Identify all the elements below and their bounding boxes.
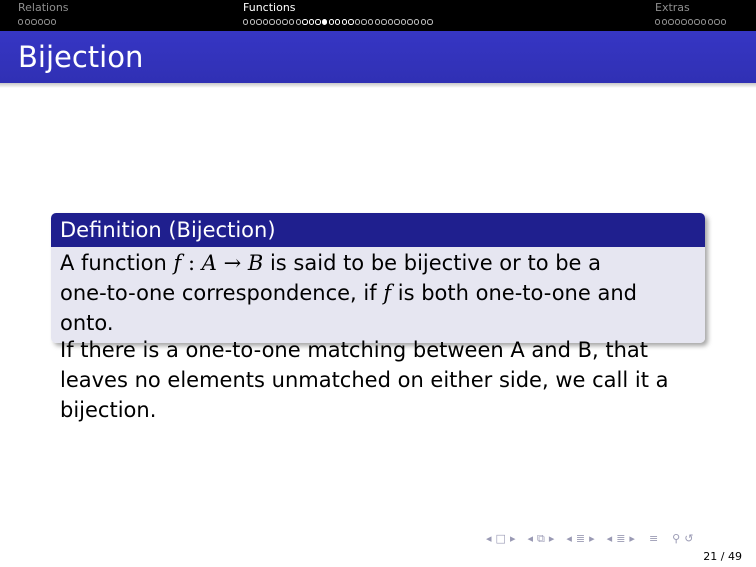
nav-dot[interactable] xyxy=(674,19,681,25)
nav-dot[interactable] xyxy=(394,19,400,25)
nav-dot[interactable] xyxy=(295,19,302,25)
nav-dot[interactable] xyxy=(328,19,334,25)
nav-frame-dots xyxy=(243,17,434,27)
nav-dot[interactable] xyxy=(361,19,367,25)
nav-dot[interactable] xyxy=(335,19,341,25)
nav-dot[interactable] xyxy=(262,19,269,25)
nav-dot[interactable] xyxy=(269,19,275,25)
section-forward-icon[interactable]: ▸ xyxy=(589,532,595,546)
nav-dot[interactable] xyxy=(420,19,426,25)
nav-dot[interactable] xyxy=(381,19,387,25)
slide-forward-icon[interactable]: ▸ xyxy=(629,532,635,546)
nav-dot[interactable] xyxy=(720,19,727,25)
nav-section-functions[interactable]: Functions xyxy=(243,1,434,27)
subsection-forward-icon[interactable]: ▸ xyxy=(549,532,555,546)
nav-dot[interactable] xyxy=(687,19,694,25)
nav-dot[interactable] xyxy=(302,19,308,25)
nav-dot[interactable] xyxy=(694,19,700,25)
page-number: 21 / 49 xyxy=(703,550,742,563)
nav-dot[interactable] xyxy=(387,19,394,25)
nav-dot[interactable] xyxy=(655,19,661,25)
nav-dot[interactable] xyxy=(427,19,433,25)
definition-line-2: one-to-one correspondence, if f is both … xyxy=(60,278,696,338)
align-icon[interactable]: ≡ xyxy=(649,532,658,546)
section-navigation-bar: Relations Functions Extras xyxy=(0,0,756,31)
search-icon[interactable]: ⚲ xyxy=(672,532,680,546)
nav-dot[interactable] xyxy=(701,19,707,25)
nav-dot[interactable] xyxy=(407,19,413,25)
nav-dot[interactable] xyxy=(243,19,249,25)
nav-dot[interactable] xyxy=(341,19,348,25)
math-colon: : xyxy=(181,251,202,275)
nav-dot[interactable] xyxy=(256,19,262,25)
section-back-icon[interactable]: ◂ xyxy=(566,532,572,546)
section-icon[interactable]: ≣ xyxy=(576,532,585,546)
nav-dot[interactable] xyxy=(414,19,420,25)
math-symbol-f: f xyxy=(383,281,392,305)
math-symbol-b: B xyxy=(247,251,264,275)
nav-dot[interactable] xyxy=(707,19,714,25)
beamer-navigation-symbols: ◂ □ ▸ ◂ ⧉ ▸ ◂ ≣ ▸ ◂ ≣ ▸ ≡ ⚲ ↺ xyxy=(486,532,693,546)
slide-back-icon[interactable]: ◂ xyxy=(607,532,613,546)
nav-section-title[interactable]: Extras xyxy=(655,1,727,14)
frame-title: Bijection xyxy=(18,40,144,74)
nav-dot[interactable] xyxy=(289,19,295,25)
nav-frame-dots xyxy=(655,17,727,27)
nav-dot[interactable] xyxy=(308,19,315,25)
definition-line-1: A function f : A → B is said to be bijec… xyxy=(60,248,696,278)
nav-frame-dots xyxy=(18,17,69,27)
definition-block-body: A function f : A → B is said to be bijec… xyxy=(51,247,705,343)
nav-dot[interactable] xyxy=(714,19,720,25)
nav-dot-current[interactable] xyxy=(321,19,328,25)
explanation-paragraph: If there is a one-to-one matching betwee… xyxy=(60,338,669,422)
definition-text: one-to-one correspondence, if xyxy=(60,281,384,305)
nav-dot[interactable] xyxy=(275,19,282,25)
frame-back-icon[interactable]: ◂ xyxy=(486,532,492,546)
nav-section-title[interactable]: Relations xyxy=(18,1,69,14)
subsection-back-icon[interactable]: ◂ xyxy=(527,532,533,546)
nav-dot[interactable] xyxy=(31,19,37,25)
nav-dot[interactable] xyxy=(668,19,674,25)
definition-block-title: Definition (Bijection) xyxy=(51,213,705,247)
nav-dot[interactable] xyxy=(374,19,380,25)
nav-dot[interactable] xyxy=(348,19,354,25)
nav-dot[interactable] xyxy=(282,19,288,25)
nav-dot[interactable] xyxy=(37,19,44,25)
definition-text: is said to be bijective or to be a xyxy=(263,251,602,275)
definition-text: A function xyxy=(60,251,174,275)
nav-dot[interactable] xyxy=(249,19,255,25)
nav-dot[interactable] xyxy=(315,19,321,25)
math-symbol-a: A xyxy=(201,251,217,275)
frame-forward-icon[interactable]: ▸ xyxy=(510,532,516,546)
frame-title-bar: Bijection xyxy=(0,31,756,83)
nav-dot[interactable] xyxy=(681,19,687,25)
definition-block: Definition (Bijection) A function f : A … xyxy=(51,213,705,343)
nav-section-relations[interactable]: Relations xyxy=(18,1,69,27)
nav-dot[interactable] xyxy=(367,19,374,25)
undo-icon[interactable]: ↺ xyxy=(684,532,693,546)
frame-icon[interactable]: □ xyxy=(496,532,506,546)
title-bar-shadow xyxy=(0,83,756,88)
nav-dot[interactable] xyxy=(354,19,361,25)
nav-dot[interactable] xyxy=(44,19,50,25)
nav-dot[interactable] xyxy=(400,19,407,25)
nav-section-title[interactable]: Functions xyxy=(243,1,434,14)
nav-dot[interactable] xyxy=(50,19,57,25)
nav-dot[interactable] xyxy=(661,19,667,25)
slide-icon[interactable]: ≣ xyxy=(616,532,625,546)
nav-dot[interactable] xyxy=(24,19,30,25)
nav-section-extras[interactable]: Extras xyxy=(655,1,727,27)
nav-dot[interactable] xyxy=(18,19,24,25)
math-arrow: → xyxy=(216,251,248,275)
subsection-icon[interactable]: ⧉ xyxy=(537,532,545,546)
